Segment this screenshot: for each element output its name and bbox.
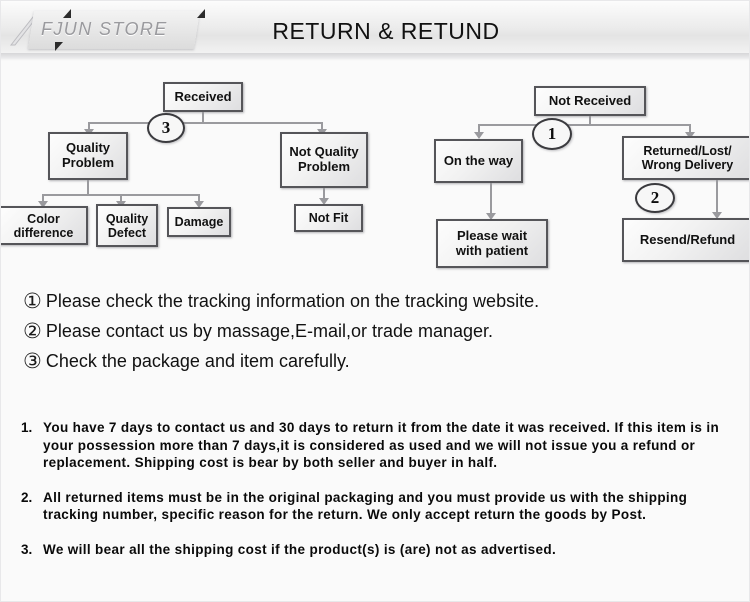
policy-text: You have 7 days to contact us and 30 day… [43, 420, 720, 470]
banner-tick-left-top-icon [63, 9, 71, 18]
policy-number: 3. [21, 541, 33, 557]
policy-text: We will bear all the shipping cost if th… [43, 541, 557, 557]
callout-1: 1 [532, 118, 572, 150]
note-text: Please contact us by massage,E-mail,or t… [45, 321, 494, 341]
policy-number: 1. [21, 420, 33, 435]
callout-3: 3 [147, 113, 185, 143]
node-received: Received [163, 82, 243, 112]
page-title: RETURN & RETUND [272, 18, 500, 44]
banner-tick-right-icon [197, 9, 205, 18]
arrow-to-on-the-way-icon [474, 132, 484, 139]
node-quality-defect: Quality Defect [96, 204, 158, 247]
policy-item: 2. All returned items must be in the ori… [21, 489, 737, 524]
node-not-quality-problem: Not Quality Problem [280, 132, 368, 188]
node-damage: Damage [167, 207, 231, 237]
connector-on-the-way-to-please-wait [490, 183, 492, 215]
circled-number-3-icon: ③ [23, 349, 42, 373]
node-not-received: Not Received [534, 86, 646, 116]
numbered-notes-list: ① Please check the tracking information … [23, 289, 733, 379]
node-quality-problem: Quality Problem [48, 132, 128, 180]
policy-text: All returned items must be in the origin… [43, 489, 688, 523]
note-item: ③ Check the package and item carefully. [23, 349, 733, 374]
callout-2: 2 [635, 183, 675, 213]
connector-received-bus [88, 122, 321, 124]
note-text: Please check the tracking information on… [45, 291, 540, 311]
policy-terms-list: 1. You have 7 days to contact us and 30 … [21, 419, 737, 575]
connector-returned-to-resend [716, 180, 718, 214]
page-header: FJUN STORE RETURN & RETUND [1, 1, 749, 61]
node-on-the-way: On the way [434, 139, 523, 183]
policy-item: 1. You have 7 days to contact us and 30 … [21, 419, 737, 472]
connector-notreceived-bus [478, 124, 690, 126]
node-please-wait: Please wait with patient [436, 219, 548, 268]
note-text: Check the package and item carefully. [45, 351, 350, 371]
node-color-difference: Color difference [1, 206, 88, 245]
node-resend-refund: Resend/Refund [622, 218, 749, 262]
node-returned-lost-wrong-delivery: Returned/Lost/ Wrong Delivery [622, 136, 749, 180]
note-item: ① Please check the tracking information … [23, 289, 733, 314]
header-shadow [1, 53, 749, 61]
policy-item: 3. We will bear all the shipping cost if… [21, 541, 737, 559]
policy-number: 2. [21, 489, 33, 505]
node-not-fit: Not Fit [294, 204, 363, 232]
note-item: ② Please contact us by massage,E-mail,or… [23, 319, 733, 344]
circled-number-1-icon: ① [23, 289, 42, 313]
return-refund-policy-page: FJUN STORE RETURN & RETUND Received 3 Qu… [0, 0, 750, 602]
circled-number-2-icon: ② [23, 319, 42, 343]
